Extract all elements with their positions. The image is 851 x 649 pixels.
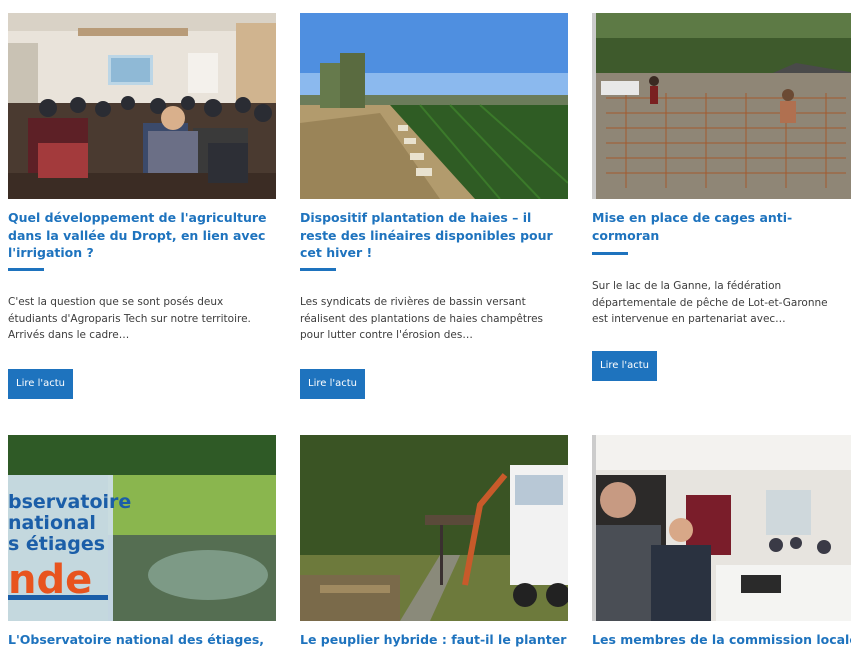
title-underline	[300, 268, 336, 271]
article-image[interactable]	[8, 13, 276, 199]
article-image[interactable]	[300, 435, 568, 621]
article-title[interactable]: Quel développement de l'agriculture dans…	[8, 209, 276, 262]
meeting-audience-photo	[8, 13, 276, 199]
title-underline	[592, 252, 628, 255]
image-text: s étiages	[8, 533, 105, 555]
hedge-field-photo	[300, 13, 568, 199]
read-more-button[interactable]: Lire l'actu	[300, 369, 365, 399]
article-excerpt: Sur le lac de la Ganne, la fédération dé…	[592, 278, 851, 328]
article-title[interactable]: Le peuplier hybride : faut-il le planter	[300, 631, 568, 649]
river-observatory-photo: bservatoire national s étiages nde	[8, 435, 276, 621]
cage-construction-photo	[596, 13, 851, 199]
read-more-button[interactable]: Lire l'actu	[592, 351, 657, 381]
title-underline	[8, 268, 44, 271]
article-title[interactable]: Dispositif plantation de haies – il rest…	[300, 209, 568, 262]
read-more-button[interactable]: Lire l'actu	[8, 369, 73, 399]
excerpt-line: départementale de pêche de Lot-et-Garonn…	[592, 296, 828, 309]
poplar-felling-photo	[300, 435, 568, 621]
article-title[interactable]: Les membres de la commission locale	[592, 631, 851, 649]
article-image[interactable]	[300, 13, 568, 199]
image-text: bservatoire	[8, 491, 131, 513]
article-image[interactable]	[592, 435, 851, 621]
article-image[interactable]: bservatoire national s étiages nde	[8, 435, 276, 621]
article-excerpt: Les syndicats de rivières de bassin vers…	[300, 296, 544, 341]
article-title[interactable]: L'Observatoire national des étiages,	[8, 631, 276, 649]
article-title[interactable]: Mise en place de cages anti-cormoran	[592, 209, 851, 244]
excerpt-line: Sur le lac de la Ganne, la fédération	[592, 280, 782, 292]
article-image[interactable]	[592, 13, 851, 199]
image-text: national	[8, 512, 96, 534]
commission-meeting-photo	[596, 435, 851, 621]
excerpt-line: est intervenue en partenariat avec…	[592, 313, 786, 325]
article-excerpt: C'est la question que se sont posés deux…	[8, 296, 251, 341]
